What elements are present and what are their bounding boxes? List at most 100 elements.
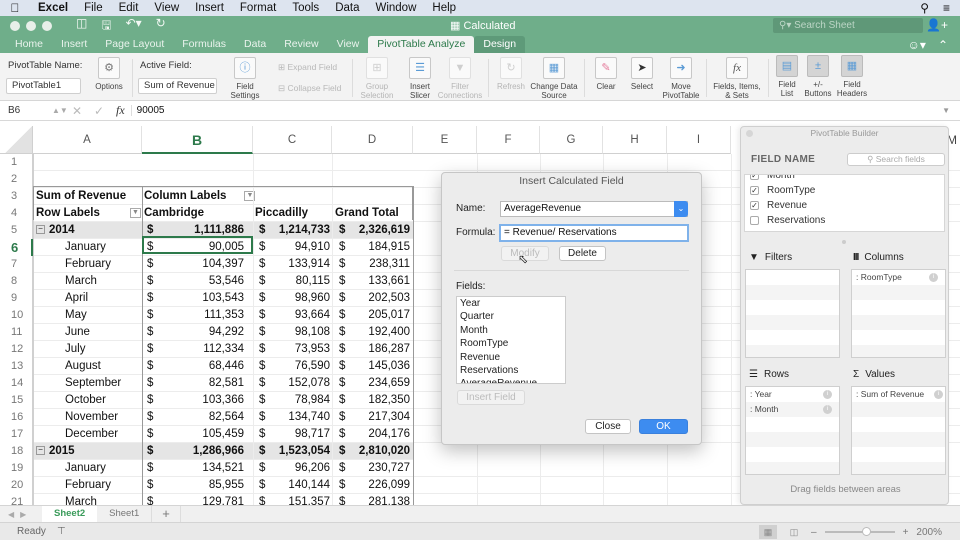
- currency-symbol[interactable]: $: [147, 273, 157, 290]
- column-header-grand-total[interactable]: Grand Total: [335, 205, 415, 222]
- row-header[interactable]: 8: [0, 273, 33, 290]
- checkbox-checked[interactable]: ✓: [750, 186, 759, 195]
- row-header[interactable]: 18: [0, 443, 33, 460]
- value-cell[interactable]: 204,176: [349, 426, 410, 443]
- field-option[interactable]: Reservations: [457, 364, 565, 377]
- currency-symbol[interactable]: $: [339, 324, 349, 341]
- year-row-label[interactable]: −2015: [36, 443, 141, 460]
- rows-field-year[interactable]: : Year i: [746, 387, 839, 402]
- value-cell[interactable]: 105,459: [157, 426, 244, 443]
- search-sheet-input[interactable]: ⚲▾ Search Sheet: [773, 18, 923, 33]
- active-field-input[interactable]: Sum of Revenue: [138, 78, 217, 94]
- info-icon[interactable]: i: [823, 390, 832, 399]
- field-option[interactable]: Revenue: [457, 351, 565, 364]
- currency-symbol[interactable]: $: [147, 494, 157, 505]
- currency-symbol[interactable]: $: [259, 341, 269, 358]
- currency-symbol[interactable]: $: [259, 375, 269, 392]
- menu-data[interactable]: Data: [327, 2, 367, 14]
- refresh-button[interactable]: ↻ Refresh: [494, 57, 528, 91]
- row-header[interactable]: 10: [0, 307, 33, 324]
- currency-symbol[interactable]: $: [339, 494, 349, 505]
- resize-handle[interactable]: [842, 240, 846, 244]
- currency-symbol[interactable]: $: [339, 392, 349, 409]
- value-cell[interactable]: 94,292: [157, 324, 244, 341]
- month-row-label[interactable]: August: [65, 358, 141, 375]
- fields-listbox[interactable]: Year Quarter Month RoomType Revenue Rese…: [456, 296, 566, 384]
- currency-symbol[interactable]: $: [339, 460, 349, 477]
- row-header[interactable]: 14: [0, 375, 33, 392]
- value-cell[interactable]: 151,357: [269, 494, 330, 505]
- info-icon[interactable]: i: [929, 273, 938, 282]
- row-header[interactable]: 21: [0, 494, 33, 505]
- column-header-g[interactable]: G: [540, 126, 603, 154]
- month-row-label[interactable]: September: [65, 375, 141, 392]
- undo-icon[interactable]: ↶▾: [126, 16, 142, 37]
- currency-symbol[interactable]: $: [259, 409, 269, 426]
- collapse-icon[interactable]: −: [36, 446, 45, 456]
- field-settings-button[interactable]: ⓘ Field Settings: [226, 57, 264, 100]
- checkbox-unchecked[interactable]: [750, 216, 759, 225]
- currency-symbol[interactable]: $: [147, 426, 157, 443]
- currency-symbol[interactable]: $: [339, 307, 349, 324]
- value-cell[interactable]: 82,564: [157, 409, 244, 426]
- row-header[interactable]: 17: [0, 426, 33, 443]
- column-header-c[interactable]: C: [253, 126, 332, 154]
- value-cell[interactable]: 80,115: [269, 273, 330, 290]
- spotlight-search-icon[interactable]: ⚲: [920, 1, 929, 15]
- column-labels-header[interactable]: Column Labels ▼: [144, 188, 256, 205]
- clear-button[interactable]: ✎ Clear: [590, 57, 622, 91]
- sheet-tab-sheet1[interactable]: Sheet1: [97, 506, 151, 523]
- values-field-sum-of-revenue[interactable]: : Sum of Revenue i: [852, 387, 945, 402]
- field-list-button[interactable]: ▤ Field List: [772, 55, 802, 98]
- ok-button[interactable]: OK: [639, 419, 688, 434]
- currency-symbol[interactable]: $: [147, 375, 157, 392]
- close-window-button[interactable]: [10, 21, 20, 31]
- redo-icon[interactable]: ↻: [156, 16, 166, 37]
- currency-symbol[interactable]: $: [147, 256, 157, 273]
- notification-list-icon[interactable]: ≡: [943, 1, 950, 15]
- formula-input[interactable]: 90005: [130, 105, 164, 116]
- column-header-e[interactable]: E: [413, 126, 477, 154]
- currency-symbol[interactable]: $: [339, 443, 349, 460]
- tab-design[interactable]: Design: [474, 36, 526, 53]
- value-cell[interactable]: 234,659: [349, 375, 410, 392]
- month-row-label[interactable]: June: [65, 324, 141, 341]
- currency-symbol[interactable]: $: [147, 460, 157, 477]
- row-header[interactable]: 19: [0, 460, 33, 477]
- row-header[interactable]: 5: [0, 222, 33, 239]
- minimize-window-button[interactable]: [26, 21, 36, 31]
- close-button[interactable]: Close: [585, 419, 631, 434]
- row-labels-filter-dropdown-icon[interactable]: ▼: [130, 208, 141, 218]
- fields-items-sets-button[interactable]: fx Fields, Items, & Sets: [712, 57, 762, 100]
- currency-symbol[interactable]: $: [259, 307, 269, 324]
- tab-pivottable-analyze[interactable]: PivotTable Analyze: [368, 36, 475, 53]
- collapse-icon[interactable]: −: [36, 225, 45, 235]
- column-header-cambridge[interactable]: Cambridge: [144, 205, 249, 222]
- currency-symbol[interactable]: $: [147, 290, 157, 307]
- name-box-stepper[interactable]: ▲▼: [52, 106, 72, 115]
- currency-symbol[interactable]: $: [339, 409, 349, 426]
- currency-symbol[interactable]: $: [147, 307, 157, 324]
- column-header-i[interactable]: I: [667, 126, 731, 154]
- currency-symbol[interactable]: $: [339, 426, 349, 443]
- name-combobox[interactable]: AverageRevenue ⌄: [500, 201, 688, 217]
- value-cell[interactable]: 202,503: [349, 290, 410, 307]
- value-cell[interactable]: 98,717: [269, 426, 330, 443]
- row-header[interactable]: 15: [0, 392, 33, 409]
- value-cell[interactable]: 103,366: [157, 392, 244, 409]
- value-cell[interactable]: 96,206: [269, 460, 330, 477]
- row-header[interactable]: 20: [0, 477, 33, 494]
- sheet-tab-sheet2[interactable]: Sheet2: [42, 505, 98, 523]
- currency-symbol[interactable]: $: [259, 494, 269, 505]
- currency-symbol[interactable]: $: [339, 256, 349, 273]
- column-header-piccadilly[interactable]: Piccadilly: [255, 205, 333, 222]
- value-cell[interactable]: 94,910: [269, 239, 330, 256]
- pivot-values-header[interactable]: Sum of Revenue: [36, 188, 141, 205]
- value-cell[interactable]: 76,590: [269, 358, 330, 375]
- search-fields-input[interactable]: ⚲ Search fields: [847, 153, 945, 166]
- columns-field-roomtype[interactable]: : RoomType i: [852, 270, 945, 285]
- value-cell[interactable]: 1,286,966: [157, 443, 244, 460]
- value-cell[interactable]: 184,915: [349, 239, 410, 256]
- value-cell[interactable]: 145,036: [349, 358, 410, 375]
- value-cell[interactable]: 111,353: [157, 307, 244, 324]
